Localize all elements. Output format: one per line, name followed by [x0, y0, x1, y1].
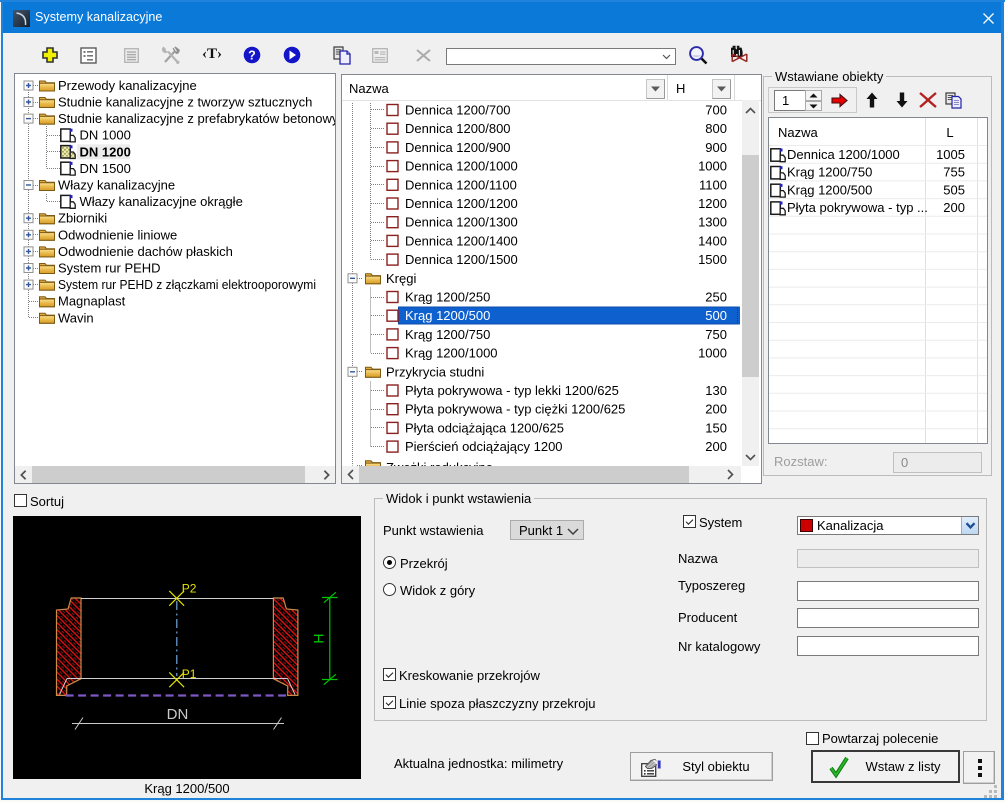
svg-text:Dennica 1200/700: Dennica 1200/700: [405, 103, 511, 118]
svg-text:Płyta pokrywowa - typ lekki 12: Płyta pokrywowa - typ lekki 1200/625: [405, 383, 619, 398]
svg-text:1200: 1200: [698, 196, 727, 211]
svg-text:Nazwa: Nazwa: [778, 125, 819, 140]
svg-text:1005: 1005: [936, 147, 965, 162]
svg-text:P2: P2: [182, 582, 197, 596]
svg-text:Przewody kanalizacyjne: Przewody kanalizacyjne: [58, 78, 197, 93]
svg-text:Płyta odciążająca 1200/625: Płyta odciążająca 1200/625: [405, 420, 564, 435]
svg-text:Dennica 1200/1400: Dennica 1200/1400: [405, 233, 518, 248]
svg-text:Dennica 1200/1100: Dennica 1200/1100: [405, 177, 517, 192]
svg-text:DN 1000: DN 1000: [80, 128, 131, 143]
svg-text:750: 750: [705, 327, 727, 342]
svg-text:Płyta pokrywowa - typ ciężki 1: Płyta pokrywowa - typ ciężki 1200/625: [405, 402, 625, 417]
svg-text:505: 505: [943, 182, 965, 197]
svg-text:Dennica 1200/1000: Dennica 1200/1000: [405, 159, 518, 174]
svg-text:Dennica 1200/1300: Dennica 1200/1300: [405, 215, 518, 230]
svg-text:Magnaplast: Magnaplast: [58, 294, 126, 309]
svg-text:Zbiorniki: Zbiorniki: [58, 211, 107, 226]
svg-text:500: 500: [705, 308, 727, 323]
svg-text:200: 200: [705, 439, 727, 454]
svg-text:800: 800: [705, 121, 727, 136]
svg-text:150: 150: [705, 420, 727, 435]
svg-text:System rur PEHD: System rur PEHD: [58, 261, 161, 276]
svg-text:Studnie kanalizacyjne z prefab: Studnie kanalizacyjne z prefabrykatów be…: [58, 111, 335, 126]
svg-text:1300: 1300: [698, 215, 727, 230]
svg-text:H: H: [311, 633, 327, 643]
svg-text:1100: 1100: [699, 177, 727, 192]
svg-text:755: 755: [943, 165, 965, 180]
svg-text:Krąg 1200/500: Krąg 1200/500: [787, 182, 872, 197]
svg-text:Dennica 1200/1200: Dennica 1200/1200: [405, 196, 518, 211]
svg-text:Dennica 1200/900: Dennica 1200/900: [405, 140, 511, 155]
svg-text:Studnie kanalizacyjne z tworzy: Studnie kanalizacyjne z tworzyw sztuczny…: [58, 95, 312, 110]
svg-text:130: 130: [705, 383, 727, 398]
svg-text:Przykrycia studni: Przykrycia studni: [386, 364, 484, 379]
svg-text:DN 1500: DN 1500: [80, 161, 131, 176]
svg-text:1500: 1500: [698, 252, 727, 267]
svg-text:P1: P1: [182, 667, 197, 681]
svg-text:Włazy kanalizacyjne okrągłe: Włazy kanalizacyjne okrągłe: [80, 194, 243, 209]
svg-text:1000: 1000: [698, 346, 727, 361]
svg-text:Dennica 1200/1500: Dennica 1200/1500: [405, 252, 518, 267]
svg-text:Dennica 1200/1000: Dennica 1200/1000: [787, 147, 900, 162]
svg-text:Wavin: Wavin: [58, 310, 94, 325]
svg-text:Płyta pokrywowa - typ ...: Płyta pokrywowa - typ ...: [787, 200, 928, 215]
svg-text:Krąg 1200/750: Krąg 1200/750: [787, 165, 872, 180]
svg-text:900: 900: [705, 140, 727, 155]
svg-text:Kręgi: Kręgi: [386, 271, 416, 286]
svg-text:System rur PEHD z złączkami el: System rur PEHD z złączkami elektrooporo…: [58, 277, 316, 292]
svg-text:Krąg 1200/1000: Krąg 1200/1000: [405, 346, 498, 361]
svg-text:Dennica 1200/800: Dennica 1200/800: [405, 121, 511, 136]
svg-text:Pierścień odciążający 1200: Pierścień odciążający 1200: [405, 439, 563, 454]
svg-text:1400: 1400: [698, 233, 727, 248]
svg-text:Odwodnienie dachów płaskich: Odwodnienie dachów płaskich: [58, 244, 233, 259]
svg-text:Krąg 1200/750: Krąg 1200/750: [405, 327, 490, 342]
svg-text:250: 250: [705, 290, 727, 305]
svg-text:H: H: [676, 81, 685, 96]
svg-text:1000: 1000: [698, 159, 727, 174]
svg-text:200: 200: [705, 402, 727, 417]
svg-text:Włazy kanalizacyjne: Włazy kanalizacyjne: [58, 178, 175, 193]
svg-text:Odwodnienie liniowe: Odwodnienie liniowe: [58, 227, 177, 242]
svg-text:L: L: [946, 125, 953, 140]
svg-text:DN: DN: [167, 706, 189, 723]
svg-text:Krąg 1200/500: Krąg 1200/500: [405, 308, 490, 323]
svg-text:DN 1200: DN 1200: [80, 144, 131, 159]
svg-text:200: 200: [943, 200, 965, 215]
svg-text:700: 700: [705, 103, 727, 118]
svg-text:?: ?: [248, 48, 256, 62]
svg-text:Krąg 1200/250: Krąg 1200/250: [405, 290, 490, 305]
svg-text:Nazwa: Nazwa: [349, 81, 390, 96]
